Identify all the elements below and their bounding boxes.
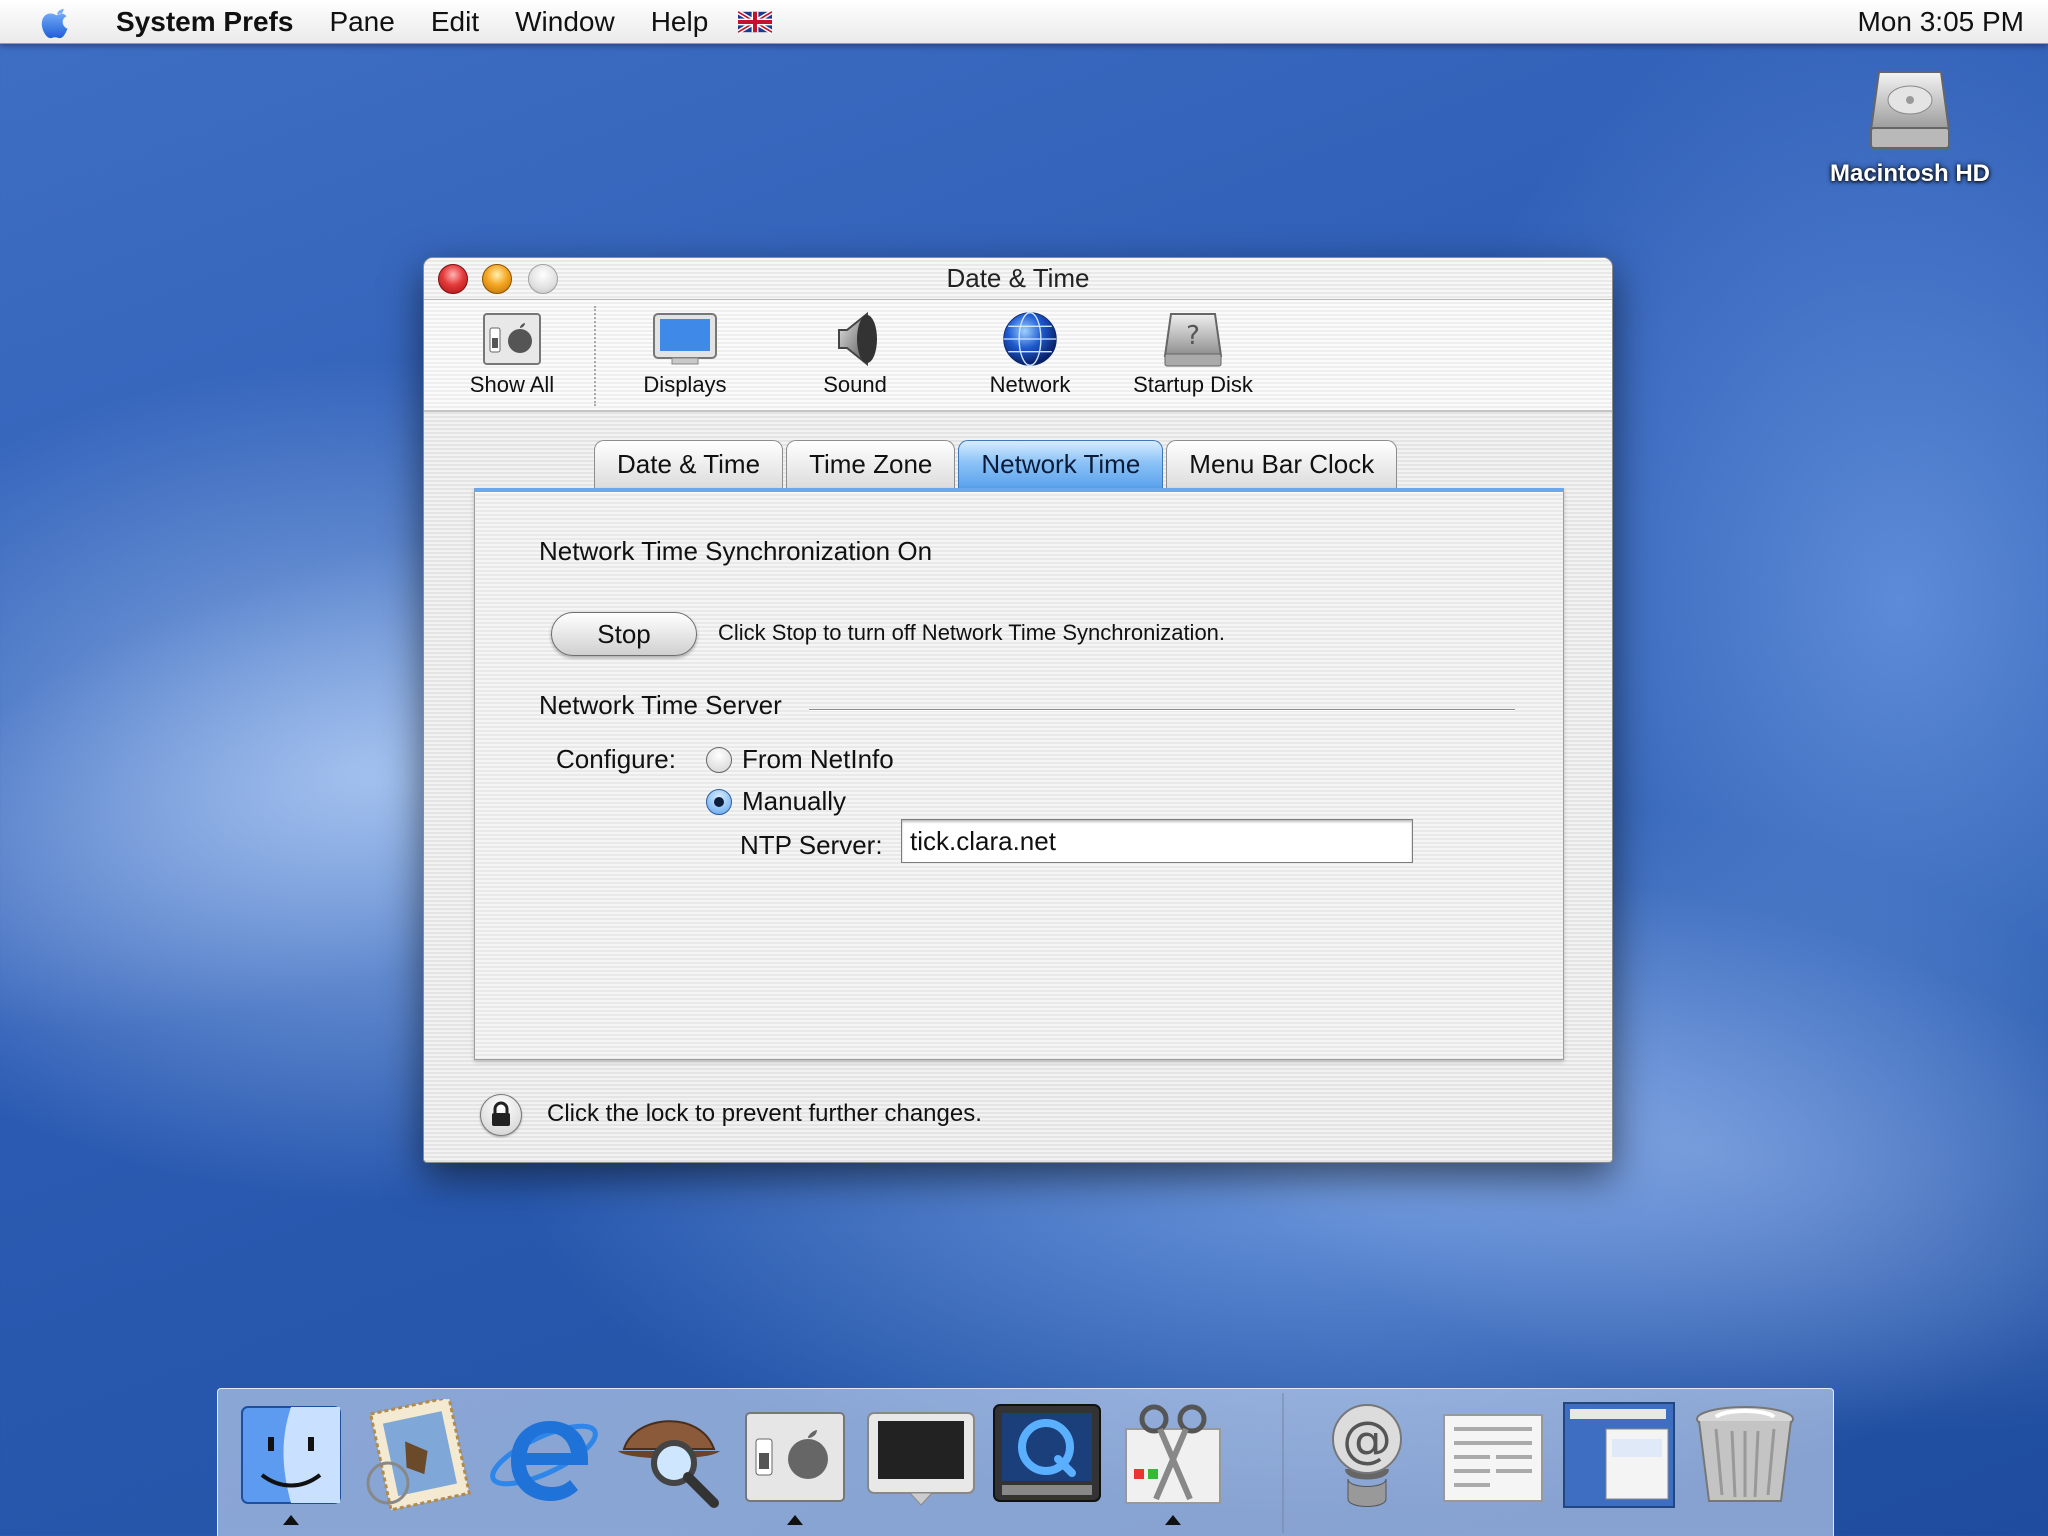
toolbar-label: Network [989, 372, 1071, 397]
running-indicator [1165, 1515, 1181, 1525]
menu-bar: System Prefs Pane Edit Window Help Mon 3… [0, 0, 2048, 44]
switch-apple-icon [483, 313, 541, 365]
stop-button[interactable]: Stop [551, 612, 697, 656]
trash-icon[interactable] [1686, 1399, 1804, 1521]
display-icon[interactable] [862, 1399, 980, 1521]
manually-label[interactable]: Manually [742, 786, 846, 817]
drive-label: Macintosh HD [1829, 160, 1990, 187]
from-netinfo-label[interactable]: From NetInfo [742, 744, 894, 775]
internet-explorer-icon[interactable] [484, 1399, 602, 1521]
quicktime-icon[interactable] [988, 1399, 1106, 1521]
menu-edit[interactable]: Edit [413, 6, 497, 38]
minimized-window-icon [1563, 1402, 1675, 1508]
grab-scissors-icon[interactable] [1114, 1399, 1232, 1525]
lock-hint: Click the lock to prevent further change… [547, 1100, 982, 1127]
menu-help[interactable]: Help [633, 6, 727, 38]
date-time-window: Date & Time Show All Displays Sound Netw… [423, 257, 1613, 1163]
sync-status: Network Time Synchronization On [539, 536, 933, 566]
ie-e-icon [490, 1421, 598, 1501]
toolbar-show-all[interactable]: Show All [452, 310, 572, 398]
quicktime-q-icon [993, 1404, 1101, 1502]
running-indicator [283, 1515, 299, 1525]
manually-radio[interactable] [706, 789, 732, 815]
configure-label: Configure: [556, 744, 676, 774]
sherlock-icon[interactable] [610, 1399, 728, 1521]
menu-clock[interactable]: Mon 3:05 PM [1857, 6, 2024, 38]
finder-face-icon [241, 1406, 341, 1504]
dock: @ [217, 1388, 1834, 1536]
running-indicator [787, 1515, 803, 1525]
at-sign-icon: @ [1332, 1404, 1402, 1507]
from-netinfo-radio[interactable] [706, 747, 732, 773]
dock-separator [1282, 1393, 1284, 1533]
lock-button[interactable] [480, 1094, 522, 1136]
monitor-dock-icon [867, 1412, 975, 1506]
hard-drive-icon [1869, 71, 1951, 149]
toolbar-network[interactable]: Network [960, 310, 1100, 398]
apple-menu-icon[interactable] [38, 3, 76, 41]
lock-icon [492, 1101, 510, 1126]
toolbar-label: Startup Disk [1133, 372, 1253, 397]
toolbar-label: Displays [643, 372, 727, 397]
network-time-panel: Network Time Synchronization On Stop Cli… [474, 488, 1564, 1060]
tab-network-time[interactable]: Network Time [958, 440, 1164, 488]
tab-menu-bar-clock[interactable]: Menu Bar Clock [1166, 440, 1398, 488]
stamp-icon [366, 1395, 472, 1512]
scissors-icon [1125, 1404, 1221, 1504]
hard-disk-question-icon: ? [1163, 313, 1223, 367]
server-group-label: Network Time Server [539, 690, 782, 720]
finder-icon[interactable] [232, 1399, 350, 1525]
monitor-icon [653, 313, 717, 365]
toolbar-startup-disk[interactable]: ? Startup Disk [1118, 310, 1268, 398]
ntp-server-input[interactable]: tick.clara.net [901, 819, 1413, 863]
ntp-server-label: NTP Server: [740, 830, 883, 860]
menu-pane[interactable]: Pane [311, 6, 412, 38]
desktop-drive[interactable]: Macintosh HD [1810, 66, 2010, 188]
newspaper-icon [1443, 1414, 1543, 1502]
stop-hint: Click Stop to turn off Network Time Sync… [718, 620, 1226, 645]
svg-text:@: @ [1342, 1411, 1392, 1469]
prefs-toolbar: Show All Displays Sound Network ? Startu… [424, 300, 1612, 412]
menu-window[interactable]: Window [497, 6, 633, 38]
speaker-icon [838, 311, 877, 367]
toolbar-label: Show All [469, 372, 555, 397]
toolbar-displays[interactable]: Displays [620, 310, 750, 398]
system-preferences-icon[interactable] [736, 1399, 854, 1525]
tab-time-zone[interactable]: Time Zone [786, 440, 956, 488]
toolbar-separator [594, 306, 596, 406]
globe-icon [1003, 312, 1057, 366]
mail-at-icon[interactable]: @ [1308, 1399, 1426, 1521]
tab-date-time[interactable]: Date & Time [594, 440, 784, 488]
window-titlebar[interactable]: Date & Time [424, 258, 1612, 300]
trash-can-icon [1696, 1406, 1794, 1502]
tab-bar: Date & Time Time Zone Network Time Menu … [594, 440, 1400, 490]
toolbar-sound[interactable]: Sound [790, 310, 920, 398]
document-icon[interactable] [1434, 1399, 1552, 1521]
svg-text:?: ? [1186, 321, 1200, 351]
switch-apple-dock-icon [745, 1412, 845, 1502]
detective-hat-icon [618, 1420, 720, 1508]
window-title: Date & Time [946, 263, 1090, 293]
toolbar-label: Sound [823, 372, 887, 397]
uk-flag-icon[interactable] [738, 9, 773, 34]
mail-stamp-icon[interactable] [358, 1395, 476, 1521]
menu-app-name[interactable]: System Prefs [98, 6, 311, 38]
group-divider [809, 709, 1515, 711]
window-icon[interactable] [1560, 1399, 1678, 1521]
